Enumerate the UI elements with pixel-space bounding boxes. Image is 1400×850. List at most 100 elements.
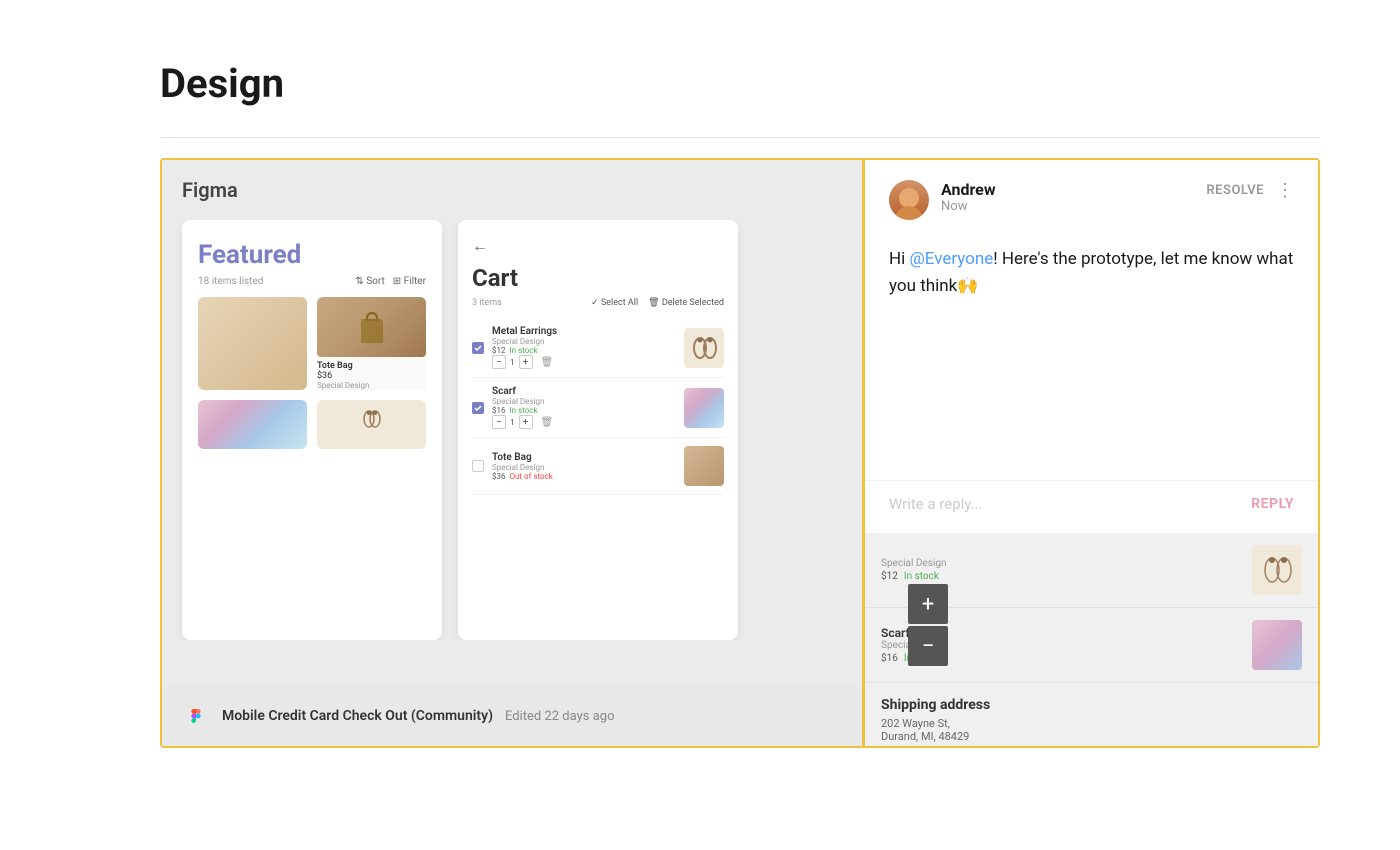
cart-item-qty: − 1 + 🗑 bbox=[492, 355, 676, 369]
item-price: $36 bbox=[317, 371, 426, 381]
list-item: Tote Bag $36 Special Design bbox=[317, 297, 426, 390]
stock-status: Out of stock bbox=[510, 472, 553, 481]
delete-selected-btn[interactable]: 🗑 Delete Selected bbox=[648, 298, 724, 308]
figma-preview: Figma Featured 18 items listed ⇅ Sort ⊞ … bbox=[162, 160, 862, 746]
comment-mention[interactable]: @Everyone bbox=[909, 249, 993, 269]
delete-icon[interactable]: 🗑 bbox=[541, 417, 554, 428]
comment-username: Andrew bbox=[941, 180, 1206, 199]
page-container: Design Figma Featured 18 items listed ⇅ … bbox=[0, 0, 1400, 788]
cart-item-price-row: $12 In stock bbox=[492, 346, 676, 355]
shipping-address: 202 Wayne St, Durand, MI, 48429 bbox=[881, 717, 1302, 743]
featured-subtitle: 18 items listed ⇅ Sort ⊞ Filter bbox=[198, 276, 426, 287]
page-title: Design bbox=[160, 60, 1320, 107]
avatar-face bbox=[889, 180, 929, 220]
reply-button[interactable]: REPLY bbox=[1251, 496, 1294, 512]
cont-item-info: Special Design $12 In stock bbox=[881, 558, 1242, 582]
cart-checkbox-checked[interactable] bbox=[472, 402, 484, 414]
cart-item-sub: Special Design bbox=[492, 463, 676, 472]
cart-item-info: Scarf Special Design $16 In stock − 1 + … bbox=[492, 386, 676, 429]
cart-checkbox-checked[interactable] bbox=[472, 342, 484, 354]
shipping-section: Shipping address 202 Wayne St, Durand, M… bbox=[865, 683, 1318, 747]
qty-plus-btn[interactable]: + bbox=[519, 355, 533, 369]
qty-value: 1 bbox=[510, 418, 515, 427]
list-item: Scarf Special Design $16 In stock − 1 + … bbox=[472, 378, 724, 438]
featured-screen: Featured 18 items listed ⇅ Sort ⊞ Filter… bbox=[182, 220, 442, 640]
featured-items-grid: Seashell Necklace $15 Special Design bbox=[198, 297, 426, 449]
edited-time: Edited 22 days ago bbox=[505, 709, 614, 724]
qty-minus-btn[interactable]: − bbox=[492, 355, 506, 369]
list-item: Metal Earrings Special Design $12 In sto… bbox=[472, 318, 724, 378]
cont-price-row: $12 In stock bbox=[881, 571, 1242, 582]
cart-item-price: $12 bbox=[492, 346, 506, 355]
cont-label: Special Design bbox=[881, 558, 1242, 569]
resolve-button[interactable]: RESOLVE bbox=[1206, 183, 1264, 198]
cart-item-name: Metal Earrings bbox=[492, 326, 676, 337]
page-divider bbox=[160, 137, 1320, 138]
tote-image bbox=[317, 297, 426, 357]
stock-status: In stock bbox=[510, 406, 538, 415]
cart-item-qty: − 1 + 🗑 bbox=[492, 415, 676, 429]
zoom-in-button[interactable]: + bbox=[908, 584, 948, 624]
qty-value: 1 bbox=[510, 358, 515, 367]
shipping-street: 202 Wayne St, bbox=[881, 717, 1302, 730]
comment-reply-area: Write a reply... REPLY bbox=[865, 480, 1318, 533]
comment-body: Hi @Everyone! Here's the prototype, let … bbox=[865, 236, 1318, 480]
featured-title: Featured bbox=[198, 240, 426, 270]
avatar bbox=[889, 180, 929, 220]
necklace-image bbox=[198, 297, 307, 390]
cart-item-image bbox=[684, 328, 724, 368]
tote-visual bbox=[317, 297, 426, 357]
cart-item-image bbox=[684, 388, 724, 428]
cart-item-sub: Special Design bbox=[492, 337, 676, 346]
cart-item-price: $16 bbox=[492, 406, 506, 415]
list-item: Tote Bag Special Design $36 Out of stock bbox=[472, 438, 724, 495]
qty-plus-btn[interactable]: + bbox=[519, 415, 533, 429]
cart-title: Cart bbox=[472, 264, 724, 292]
figma-logo: Figma bbox=[162, 160, 862, 220]
list-item: Special Design bbox=[317, 400, 426, 449]
comment-header: Andrew Now RESOLVE ⋮ bbox=[865, 160, 1318, 236]
list-item: Seashell Necklace $15 Special Design bbox=[198, 297, 307, 390]
shipping-title: Shipping address bbox=[881, 697, 1302, 713]
zoom-controls: + − bbox=[908, 584, 948, 666]
bottom-bar: Mobile Credit Card Check Out (Community)… bbox=[162, 686, 862, 746]
delete-icon[interactable]: 🗑 bbox=[541, 357, 554, 368]
file-name: Mobile Credit Card Check Out (Community) bbox=[222, 708, 493, 724]
cart-item-image bbox=[684, 446, 724, 486]
filter-btn[interactable]: ⊞ Filter bbox=[393, 276, 426, 287]
cont-item-image bbox=[1252, 620, 1302, 670]
cart-item-sub: Special Design bbox=[492, 397, 676, 406]
comment-text-hi: Hi bbox=[889, 249, 909, 269]
cart-back-arrow[interactable]: ← bbox=[472, 236, 724, 256]
select-all-btn[interactable]: ✓ Select All bbox=[591, 298, 638, 308]
cart-item-name: Scarf bbox=[492, 386, 676, 397]
cart-meta-actions: ✓ Select All 🗑 Delete Selected bbox=[591, 298, 724, 308]
cart-item-info: Tote Bag Special Design $36 Out of stock bbox=[492, 452, 676, 481]
figma-canvas: Featured 18 items listed ⇅ Sort ⊞ Filter… bbox=[162, 220, 862, 640]
cart-item-info: Metal Earrings Special Design $12 In sto… bbox=[492, 326, 676, 369]
list-item: Scarf $16 Special Design bbox=[198, 400, 307, 449]
qty-minus-btn[interactable]: − bbox=[492, 415, 506, 429]
cart-item-price-row: $16 In stock bbox=[492, 406, 676, 415]
cart-meta: 3 items ✓ Select All 🗑 Delete Selected bbox=[472, 298, 724, 308]
sort-btn[interactable]: ⇅ Sort bbox=[355, 276, 384, 287]
featured-filter-row: ⇅ Sort ⊞ Filter bbox=[355, 276, 426, 287]
comment-actions: RESOLVE ⋮ bbox=[1206, 180, 1294, 201]
reply-input[interactable]: Write a reply... bbox=[889, 495, 1251, 513]
cart-screen: ← Cart 3 items ✓ Select All 🗑 Delete Sel… bbox=[458, 220, 738, 640]
cont-stock: In stock bbox=[904, 571, 939, 582]
cart-item-price-row: $36 Out of stock bbox=[492, 472, 676, 481]
cart-item-price: $36 bbox=[492, 472, 506, 481]
comment-time: Now bbox=[941, 199, 1206, 214]
cart-checkbox-unchecked[interactable] bbox=[472, 460, 484, 472]
cart-item-name: Tote Bag bbox=[492, 452, 676, 463]
item-name: Tote Bag bbox=[317, 361, 426, 371]
zoom-out-button[interactable]: − bbox=[908, 626, 948, 666]
comment-user-info: Andrew Now bbox=[941, 180, 1206, 214]
stock-status: In stock bbox=[510, 346, 538, 355]
cont-item-image bbox=[1252, 545, 1302, 595]
cart-item-count: 3 items bbox=[472, 298, 502, 308]
more-options-button[interactable]: ⋮ bbox=[1276, 180, 1294, 201]
item-sub: Special Design bbox=[317, 381, 426, 390]
cont-price: $16 bbox=[881, 653, 898, 664]
